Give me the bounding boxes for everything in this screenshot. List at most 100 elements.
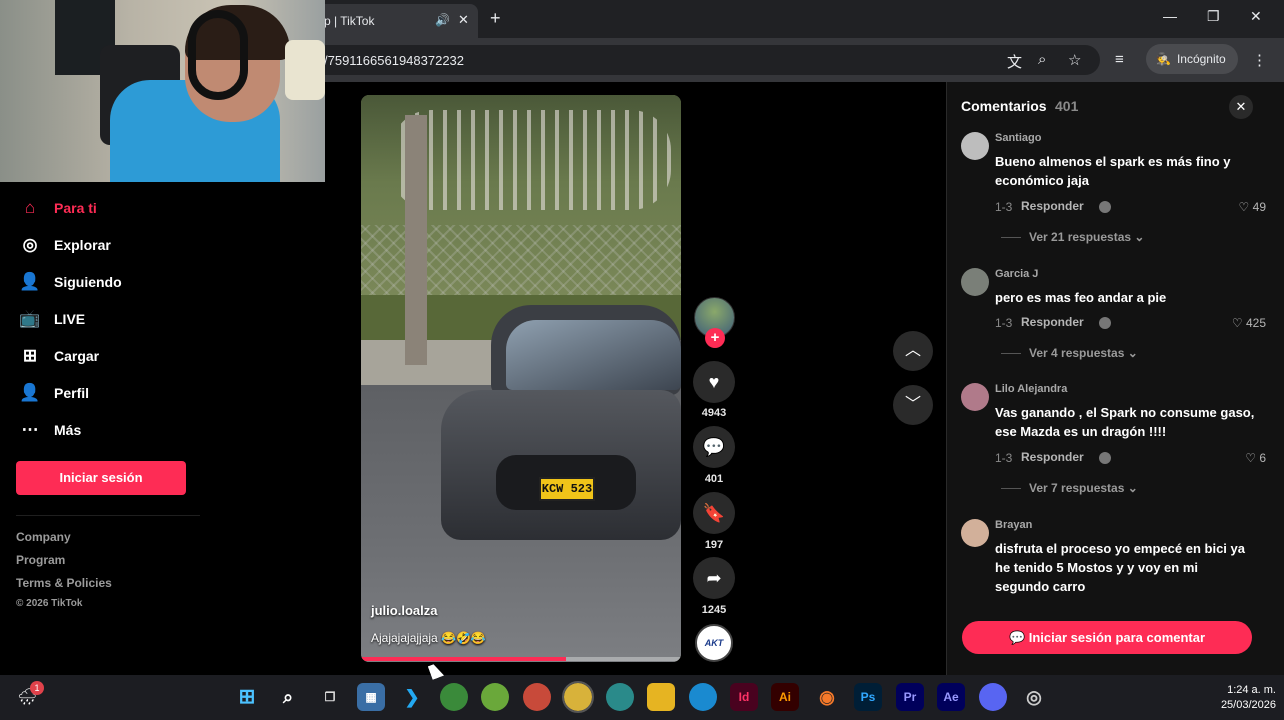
sidebar-item-mas[interactable]: ⋯ Más <box>18 415 218 445</box>
webcam-overlay <box>0 0 325 182</box>
sidebar-item-label: LIVE <box>54 311 86 327</box>
compass-icon: ◎ <box>22 235 38 254</box>
obs-icon[interactable]: ◎ <box>1020 683 1048 711</box>
chrome-icon[interactable] <box>523 683 551 711</box>
video-progress-bar[interactable] <box>361 657 681 661</box>
discord-icon[interactable] <box>979 683 1007 711</box>
sidebar-item-para-ti[interactable]: ⌂ Para ti <box>18 193 218 223</box>
comment-text: disfruta el proceso yo empecé en bici ya… <box>995 541 1245 594</box>
comment-count: 401 <box>704 473 724 485</box>
comment-author[interactable]: Lilo Alejandra <box>995 383 1067 395</box>
indesign-icon[interactable]: Id <box>730 683 758 711</box>
url-field[interactable]: /7591166561948372232 <box>300 45 1100 75</box>
kebab-menu-icon[interactable]: ⋮ <box>1252 51 1267 69</box>
reply-button[interactable]: Responder <box>1021 315 1084 329</box>
comment-like-count[interactable]: ♡ 425 <box>1216 316 1266 330</box>
comment-icon: 💬 <box>1008 630 1029 645</box>
login-button[interactable]: Iniciar sesión <box>16 461 186 495</box>
reply-button[interactable]: Responder <box>1021 199 1084 213</box>
file-explorer-icon[interactable] <box>647 683 675 711</box>
sidebar-item-siguiendo[interactable]: 👤 Siguiendo <box>18 267 218 297</box>
next-video-button[interactable]: ﹀ <box>893 385 933 425</box>
edge-icon[interactable] <box>606 683 634 711</box>
chevron-down-icon: ﹀ <box>904 396 921 413</box>
video-username[interactable]: julio.loalza <box>371 603 437 618</box>
edge-icon[interactable] <box>689 683 717 711</box>
translate-icon[interactable]: 文 <box>1007 51 1022 72</box>
close-window-icon[interactable]: ✕ <box>1250 8 1262 25</box>
browser-tab[interactable]: p | TikTok 🔊 ✕ <box>300 4 478 38</box>
save-button[interactable]: 🔖 <box>693 492 735 534</box>
comment-item: Garcia J pero es mas feo andar a pie 1-3… <box>961 268 1281 378</box>
comment-like-count[interactable]: ♡ 49 <box>1216 200 1266 214</box>
more-icon: ⋯ <box>21 420 39 439</box>
new-tab-button[interactable]: + <box>490 8 501 29</box>
previous-video-button[interactable]: ︿ <box>893 331 933 371</box>
heart-icon: ♥ <box>708 371 720 392</box>
video-player[interactable]: KCW 523 julio.loalza Ajajajajajjaja 😂🤣😂 <box>361 95 681 662</box>
author-liked-icon <box>1099 201 1111 213</box>
clock-time: 1:24 a. m. <box>1227 684 1276 696</box>
sidebar-item-explorar[interactable]: ◎ Explorar <box>18 230 218 260</box>
incognito-badge[interactable]: 🕵 Incógnito <box>1146 44 1238 74</box>
sidebar-item-cargar[interactable]: ⊞ Cargar <box>18 341 218 371</box>
footer-link-company[interactable]: Company <box>16 530 71 544</box>
illustrator-icon[interactable]: Ai <box>771 683 799 711</box>
task-view-icon[interactable]: ❐ <box>316 683 344 711</box>
restore-icon[interactable]: ❐ <box>1207 8 1220 25</box>
app-icon[interactable] <box>481 683 509 711</box>
store-icon[interactable]: ▦ <box>357 683 385 711</box>
comment-author[interactable]: Garcia J <box>995 268 1038 280</box>
sidebar-item-perfil[interactable]: 👤 Perfil <box>18 378 218 408</box>
chrome-icon[interactable] <box>440 683 468 711</box>
footer-link-program[interactable]: Program <box>16 553 65 567</box>
music-disc[interactable]: AKT <box>695 624 733 662</box>
vscode-icon[interactable]: ❯ <box>398 683 426 711</box>
live-icon: 📺 <box>19 309 41 328</box>
footer-link-terms[interactable]: Terms & Policies <box>16 576 112 590</box>
divider <box>16 515 200 516</box>
after-effects-icon[interactable]: Ae <box>937 683 965 711</box>
login-to-comment-button[interactable]: 💬 Iniciar sesión para comentar <box>962 621 1252 654</box>
search-icon[interactable]: ⌕ <box>274 683 302 711</box>
avatar[interactable] <box>961 132 989 160</box>
close-comments-button[interactable]: ✕ <box>1229 95 1253 119</box>
avatar[interactable] <box>961 519 989 547</box>
blender-icon[interactable]: ◉ <box>813 683 841 711</box>
comment-button[interactable]: 💬 <box>693 426 735 468</box>
premiere-icon[interactable]: Pr <box>896 683 924 711</box>
upload-icon: ⊞ <box>22 346 38 365</box>
windows-start-icon[interactable]: ⊞ <box>233 683 261 711</box>
chevron-up-icon: ︿ <box>904 342 921 359</box>
comment-item: Santiago Bueno almenos el spark es más f… <box>961 132 1281 252</box>
zoom-icon[interactable]: ⌕ <box>1038 51 1046 68</box>
view-replies-button[interactable]: Ver 4 respuestas ⌄ <box>1001 346 1138 360</box>
avatar[interactable] <box>961 268 989 296</box>
speaker-icon[interactable]: 🔊 <box>435 13 450 27</box>
follow-plus-icon[interactable]: + <box>705 328 725 348</box>
sidebar-item-live[interactable]: 📺 LIVE <box>18 304 218 334</box>
comment-like-count[interactable]: ♡ 6 <box>1216 451 1266 465</box>
media-icon[interactable]: ≡ <box>1115 51 1124 68</box>
photoshop-icon[interactable]: Ps <box>854 683 882 711</box>
view-replies-button[interactable]: Ver 7 respuestas ⌄ <box>1001 481 1138 495</box>
share-button[interactable]: ➦ <box>693 557 735 599</box>
footer-copyright: © 2026 TikTok <box>16 598 83 609</box>
license-plate: KCW 523 <box>539 477 595 501</box>
view-replies-button[interactable]: Ver 21 respuestas ⌄ <box>1001 230 1144 244</box>
comment-icon: 💬 <box>702 436 726 457</box>
clock[interactable]: 1:24 a. m. 25/03/2026 <box>1186 683 1276 713</box>
comment-text: pero es mas feo andar a pie <box>995 290 1167 305</box>
close-tab-icon[interactable]: ✕ <box>458 12 469 28</box>
sidebar-item-label: Cargar <box>54 348 100 364</box>
like-count: 4943 <box>701 407 727 419</box>
comment-author[interactable]: Brayan <box>995 519 1032 531</box>
like-button[interactable]: ♥ <box>693 361 735 403</box>
avatar[interactable] <box>961 383 989 411</box>
reply-button[interactable]: Responder <box>1021 450 1084 464</box>
chrome-active-icon[interactable] <box>562 681 594 713</box>
profile-icon: 👤 <box>19 383 41 402</box>
minimize-icon[interactable]: — <box>1163 8 1177 24</box>
comment-author[interactable]: Santiago <box>995 132 1041 144</box>
star-icon[interactable]: ☆ <box>1068 51 1081 69</box>
